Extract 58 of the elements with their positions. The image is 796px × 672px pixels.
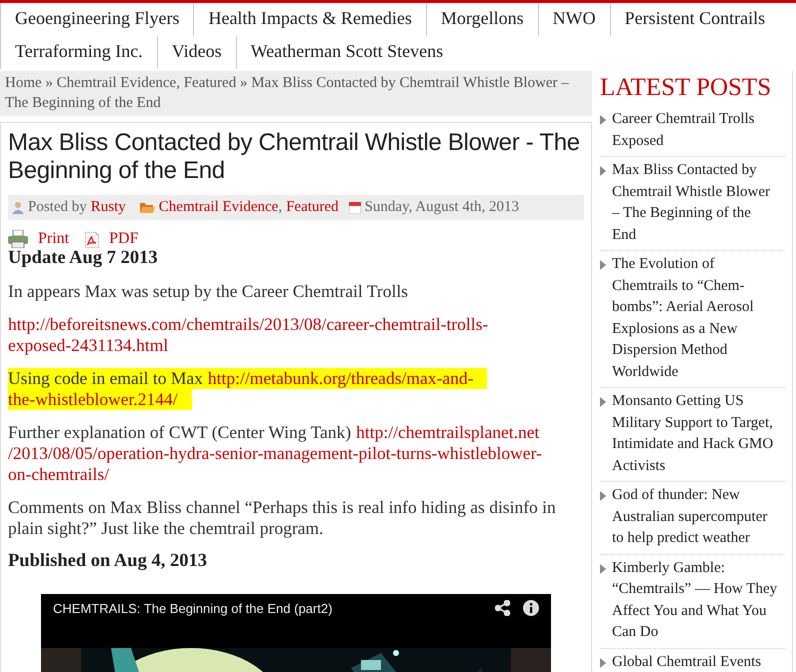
category-link[interactable]: Chemtrail Evidence [158, 199, 278, 216]
breadcrumb-link[interactable]: Home [5, 75, 42, 91]
bullet-icon [600, 564, 606, 574]
url-link[interactable]: on-chemtrails/ [8, 464, 110, 485]
url-link[interactable]: exposed-2431134.html [8, 335, 168, 356]
nav-item[interactable]: Health Impacts & Remedies [193, 3, 426, 36]
latest-post-link[interactable]: Global Chemtrail Events [600, 648, 786, 672]
bullet-icon [600, 260, 606, 270]
nav-item[interactable]: Persistent Contrails [610, 3, 780, 36]
pdf-link[interactable]: PDF [85, 230, 138, 248]
paragraph-text: In appears Max was setup by the Career Chemtrail Trolls [8, 281, 408, 302]
share-icon[interactable] [495, 600, 511, 616]
nav-item[interactable]: Weatherman Scott Stevens [236, 36, 458, 69]
paragraph-text: Using code in email to Max [8, 368, 203, 389]
pdf-icon [85, 232, 100, 248]
breadcrumb-link[interactable]: Chemtrail Evidence [56, 75, 176, 91]
printer-icon [8, 230, 28, 248]
section-heading: Update Aug 7 2013 [8, 248, 159, 269]
latest-post-link[interactable]: God of thunder: New Australian supercomputer to help predict weather [600, 482, 786, 554]
paragraph-text: Comments on Max Bliss channel “Perhaps this is real info hiding as disinfo in plain sight?” Just like the chemtrail program. [8, 497, 557, 539]
nav-item[interactable]: NWO [538, 3, 610, 36]
url-link[interactable]: http://beforeitsnews.com/chemtrails/2013/08/career-chemtrail-trolls- [8, 314, 488, 335]
article-title: Max Bliss Contacted by Chemtrail Whistle Blower - The Beginning of the End [8, 129, 581, 185]
url-link[interactable]: the-whistleblower.2144/ [8, 389, 178, 410]
nav-item[interactable]: Videos [156, 36, 236, 69]
bullet-icon [600, 397, 606, 407]
sidebar-title: LATEST POSTS [600, 73, 772, 103]
bullet-icon [600, 166, 606, 176]
nav-item[interactable]: Geoengineering Flyers [0, 3, 194, 36]
url-link[interactable]: http://metabunk.org/threads/max-and- [208, 368, 474, 389]
breadcrumb-link[interactable]: Featured [184, 75, 236, 91]
folder-icon [140, 202, 155, 214]
section-heading: Published on Aug 4, 2013 [8, 551, 208, 572]
nav-item[interactable]: Morgellons [426, 3, 538, 36]
post-date: Sunday, August 4th, 2013 [364, 199, 520, 216]
url-link[interactable]: /2013/08/05/operation-hydra-senior-management-pilot-turns-whistleblower- [8, 443, 542, 464]
url-link[interactable]: http://chemtrailsplanet.net [356, 422, 540, 443]
latest-post-link[interactable]: Kimberly Gamble: “Chemtrails” — How They Affect You and What You Can Do [600, 554, 786, 648]
author-link[interactable]: Rusty [90, 199, 126, 216]
print-link[interactable]: Print [8, 230, 70, 248]
latest-post-link[interactable]: The Evolution of Chemtrails to “Chem-bombs”: Aerial Aerosol Explosions as a New Dispersion Method Worldwide [600, 251, 786, 388]
nav-item[interactable]: Terraforming Inc. [0, 36, 157, 69]
latest-post-link[interactable]: Monsanto Getting US Military Support to Target, Intimidate and Hack GMO Activists [600, 388, 786, 482]
video-title: CHEMTRAILS: The Beginning of the End (part2) [53, 600, 332, 618]
user-icon [12, 201, 24, 214]
paragraph-text: Further explanation of CWT (Center Wing Tank) [8, 422, 352, 443]
video-player[interactable]: CHEMTRAILS: The Beginning of the End (part2) [41, 594, 551, 672]
bullet-icon [600, 658, 606, 668]
bullet-icon [600, 115, 606, 125]
breadcrumb: Home » Chemtrail Evidence, Featured » Max Bliss Contacted by Chemtrail Whistle Blower – The Beginning of the End [0, 71, 592, 116]
latest-post-link[interactable]: Career Chemtrail Trolls Exposed [600, 106, 786, 157]
category-link[interactable]: Featured [286, 199, 339, 216]
bullet-icon [600, 491, 606, 501]
calendar-icon [348, 202, 361, 214]
separator: , [278, 199, 282, 216]
latest-post-link[interactable]: Max Bliss Contacted by Chemtrail Whistle Blower – The Beginning of the End [600, 157, 786, 251]
info-icon[interactable] [523, 600, 539, 616]
posted-by-label: Posted by [28, 199, 87, 216]
